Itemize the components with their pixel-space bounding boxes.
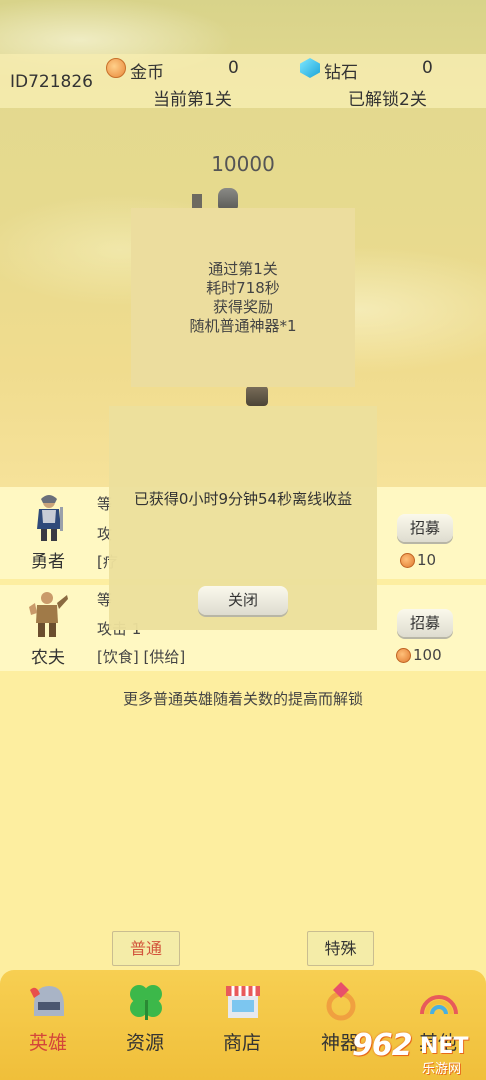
- close-button[interactable]: 关闭: [198, 586, 288, 615]
- watermark-site: 乐游网: [422, 1062, 462, 1077]
- ring-icon: [326, 982, 356, 1021]
- site-watermark: 962 NET 乐游网: [330, 1028, 480, 1077]
- reward-time: 耗时718秒: [206, 278, 280, 297]
- farmer-portrait: [29, 592, 68, 637]
- unlocked-levels: 已解锁2关: [348, 90, 427, 110]
- enemy-banner-sprite: [192, 194, 202, 208]
- coin-icon: [106, 58, 126, 78]
- reward-item: 随机普通神器*1: [189, 316, 297, 335]
- unlock-hint: 更多普通英雄随着关数的提高而解锁: [122, 690, 363, 708]
- current-level: 当前第1关: [153, 90, 232, 110]
- hero-sprite: [246, 386, 268, 406]
- clover-icon: [130, 985, 162, 1020]
- reward-title: 获得奖励: [212, 297, 273, 316]
- helmet-icon: [30, 986, 64, 1016]
- diamond-label: 钻石: [324, 63, 358, 83]
- recruit-cost: 100: [413, 646, 442, 664]
- hero-name: 勇者: [31, 552, 65, 572]
- recruit-button[interactable]: 招募: [397, 609, 453, 637]
- diamond-value: 0: [422, 58, 433, 78]
- recruit-button[interactable]: 招募: [397, 514, 453, 542]
- nav-label: 商店: [222, 1032, 261, 1054]
- enemy-sprite: [218, 188, 238, 210]
- nav-label: 英雄: [28, 1032, 67, 1054]
- enemy-hp-score: 10000: [211, 152, 275, 176]
- top-status-bar: ID721826 金币 0 钻石 0 当前第1关 已解锁2关: [0, 54, 486, 110]
- diamond-icon: [300, 58, 320, 78]
- hero-name: 农夫: [31, 648, 65, 668]
- watermark-brand: 962: [352, 1028, 413, 1063]
- shop-icon: [226, 986, 260, 1018]
- offline-earnings-popup: 已获得0小时9分钟54秒离线收益 关闭: [109, 406, 377, 630]
- reward-level: 通过第1关: [208, 259, 278, 278]
- tab-special[interactable]: 特殊: [307, 931, 374, 966]
- offline-message: 已获得0小时9分钟54秒离线收益: [133, 490, 353, 508]
- coin-value: 0: [228, 58, 239, 78]
- recruit-cost: 10: [417, 551, 437, 569]
- tab-normal[interactable]: 普通: [112, 931, 180, 966]
- hero-traits: [饮食] [供给]: [97, 648, 186, 666]
- nav-label: 资源: [125, 1032, 164, 1054]
- coin-label: 金币: [130, 63, 164, 83]
- hero-portrait: [37, 495, 63, 541]
- coin-icon: [396, 648, 411, 663]
- level-reward-popup: 通过第1关 耗时718秒 获得奖励 随机普通神器*1: [131, 208, 355, 387]
- coin-icon: [400, 553, 415, 568]
- player-id: ID721826: [10, 72, 93, 92]
- watermark-suffix: NET: [420, 1034, 469, 1059]
- rainbow-icon: [420, 995, 458, 1015]
